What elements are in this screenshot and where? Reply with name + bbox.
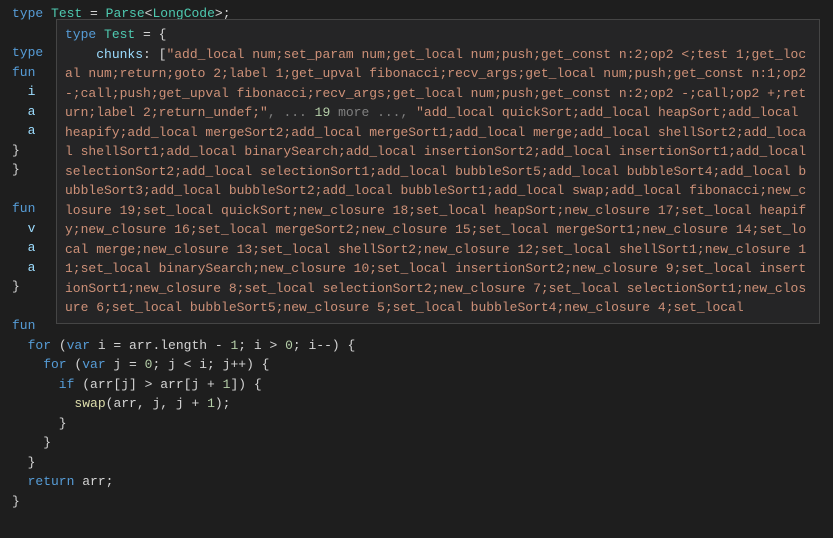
code-line: } xyxy=(12,433,821,453)
code-line: if (arr[j] > arr[j + 1]) { xyxy=(12,375,821,395)
code-line: } xyxy=(12,492,821,512)
code-line: swap(arr, j, j + 1); xyxy=(12,394,821,414)
code-line: } xyxy=(12,453,821,473)
code-line: for (var j = 0; j < i; j++) { xyxy=(12,355,821,375)
code-line: for (var i = arr.length - 1; i > 0; i--)… xyxy=(12,336,821,356)
type-hover-tooltip[interactable]: type Test = { chunks: ["add_local num;se… xyxy=(56,19,820,324)
code-line: return arr; xyxy=(12,472,821,492)
hover-string-chunk: "add_local quickSort;add_local heapSort;… xyxy=(65,105,814,315)
code-line: } xyxy=(12,414,821,434)
